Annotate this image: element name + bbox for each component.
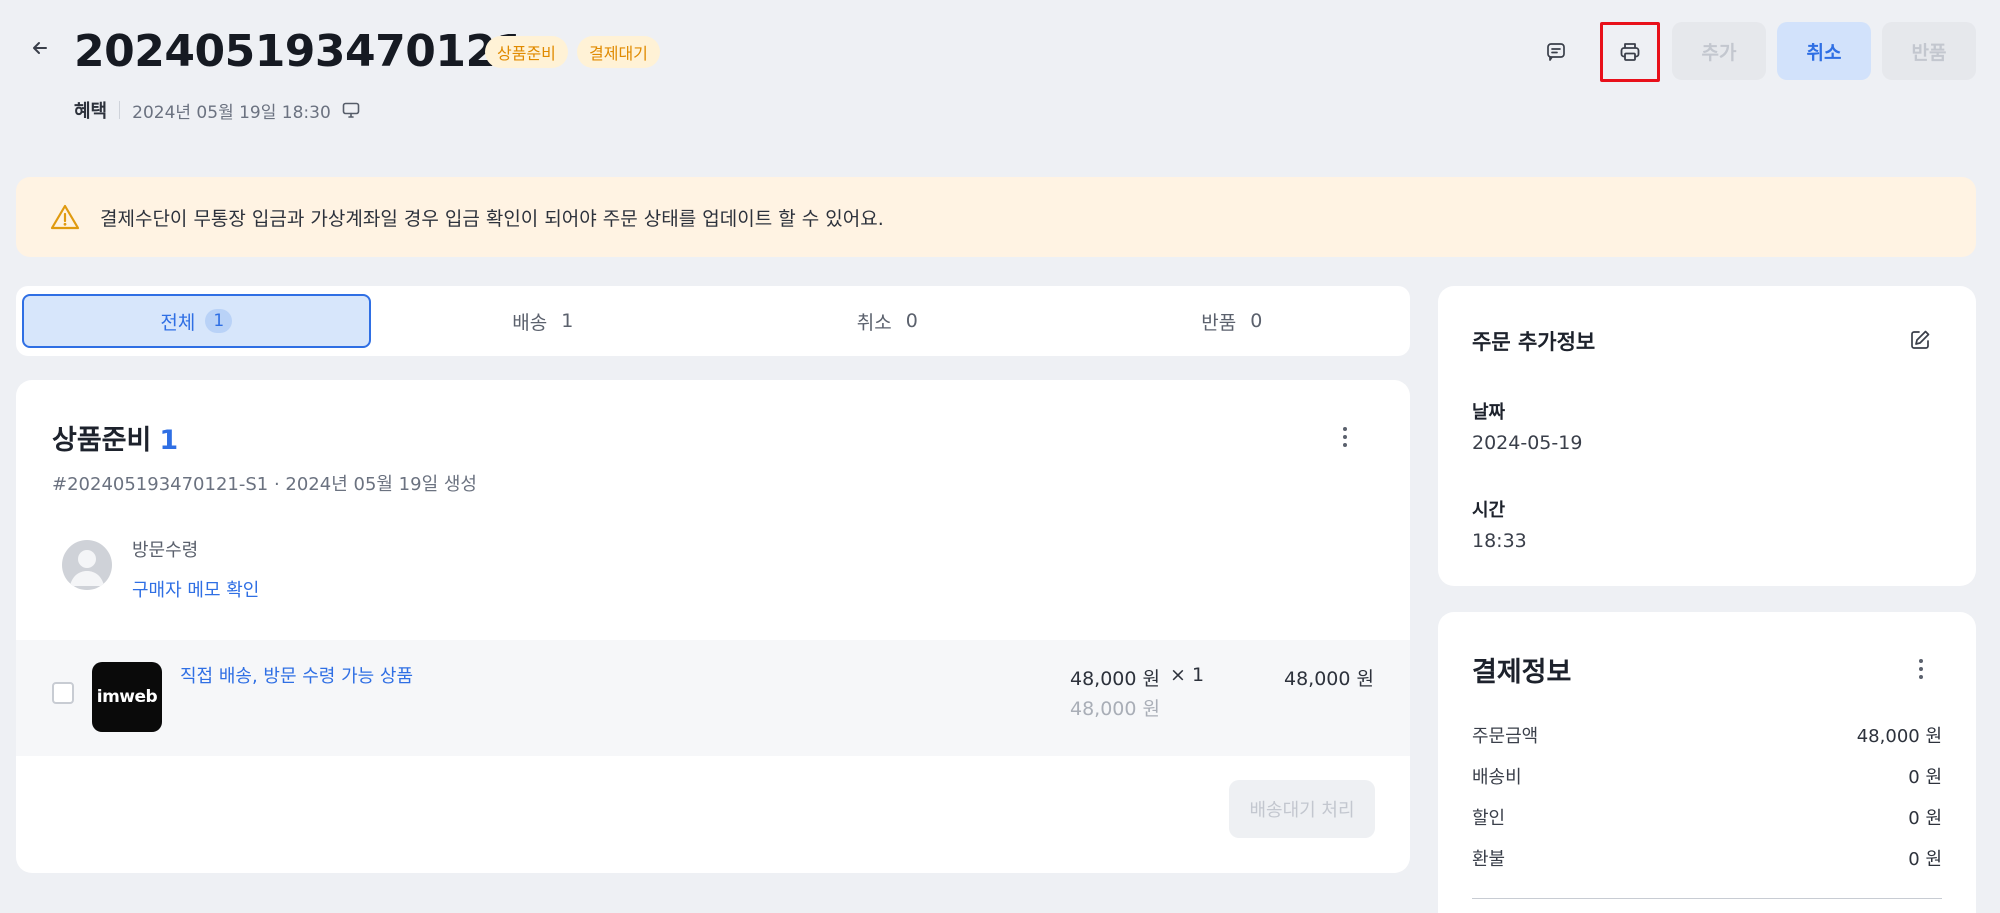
time-value: 18:33 xyxy=(1472,530,1527,552)
tab-count: 0 xyxy=(905,310,918,332)
payment-more-menu-icon[interactable] xyxy=(1906,654,1936,684)
item-quantity: × 1 xyxy=(1170,664,1205,686)
status-badge-preparing: 상품준비 xyxy=(485,36,568,68)
tab-count: 0 xyxy=(1250,310,1263,332)
payment-row-discount: 할인 0 원 xyxy=(1472,804,1942,830)
monitor-icon xyxy=(341,100,361,120)
alert-text: 결제수단이 무통장 입금과 가상계좌일 경우 입금 확인이 되어야 주문 상태를… xyxy=(100,207,884,230)
extra-info-card: 주문 추가정보 날짜 2024-05-19 시간 18:33 xyxy=(1438,286,1976,586)
order-datetime: 2024년 05월 19일 18:30 xyxy=(132,102,331,123)
product-name-link[interactable]: 직접 배송, 방문 수령 가능 상품 xyxy=(180,662,413,688)
order-item-row: imweb 직접 배송, 방문 수령 가능 상품 48,000 원 × 1 48… xyxy=(16,640,1410,756)
printer-icon xyxy=(1620,43,1640,61)
return-button[interactable]: 반품 xyxy=(1882,22,1976,80)
receive-method: 방문수령 xyxy=(132,540,199,561)
order-number-title: 202405193470121 xyxy=(74,26,526,77)
item-total-price: 48,000 원 xyxy=(1283,668,1374,690)
section-count: 1 xyxy=(159,425,179,456)
divider xyxy=(1472,898,1942,899)
extra-info-title: 주문 추가정보 xyxy=(1472,330,1596,354)
payment-row-order-amount: 주문금액 48,000 원 xyxy=(1472,722,1942,748)
payment-row-shipping: 배송비 0 원 xyxy=(1472,763,1942,789)
payment-row-value: 48,000 원 xyxy=(1856,726,1942,747)
time-label: 시간 xyxy=(1472,500,1506,521)
chat-memo-icon xyxy=(1547,43,1565,61)
payment-row-label: 주문금액 xyxy=(1472,726,1539,747)
item-unit-price: 48,000 원 xyxy=(1070,668,1161,690)
tab-label: 배송 xyxy=(512,311,548,334)
date-label: 날짜 xyxy=(1472,402,1506,423)
payment-row-value: 0 원 xyxy=(1908,767,1942,788)
ship-pending-button[interactable]: 배송대기 처리 xyxy=(1229,780,1375,838)
buyer-memo-link[interactable]: 구매자 메모 확인 xyxy=(132,576,259,602)
item-original-price: 48,000 원 xyxy=(1070,698,1161,720)
tab-count: 1 xyxy=(561,310,574,332)
divider xyxy=(119,101,121,119)
payment-alert-banner: 결제수단이 무통장 입금과 가상계좌일 경우 입금 확인이 되어야 주문 상태를… xyxy=(16,177,1976,257)
order-meta-row: 혜택 2024년 05월 19일 18:30 xyxy=(74,96,361,124)
print-button[interactable] xyxy=(1600,22,1660,82)
arrow-left-icon xyxy=(33,42,47,54)
edit-icon[interactable] xyxy=(1906,326,1934,354)
avatar xyxy=(62,540,112,590)
payment-row-label: 할인 xyxy=(1472,808,1506,829)
tab-shipping[interactable]: 배송 1 xyxy=(371,294,716,348)
item-checkbox[interactable] xyxy=(52,682,74,704)
order-section-card: 상품준비 1 #202405193470121-S1 · 2024년 05월 1… xyxy=(16,380,1410,873)
tab-label: 전체 xyxy=(160,311,196,334)
tab-return[interactable]: 반품 0 xyxy=(1060,294,1405,348)
order-channel: 혜택 xyxy=(74,101,108,122)
section-title-label: 상품준비 xyxy=(52,425,152,456)
order-status-tabs: 전체 1 배송 1 취소 0 반품 0 xyxy=(16,286,1410,356)
payment-row-refund: 환불 0 원 xyxy=(1472,845,1942,871)
payment-row-value: 0 원 xyxy=(1908,849,1942,870)
date-value: 2024-05-19 xyxy=(1472,432,1583,454)
product-thumbnail: imweb xyxy=(92,662,162,732)
payment-row-value: 0 원 xyxy=(1908,808,1942,829)
tab-count: 1 xyxy=(205,309,233,333)
payment-row-label: 배송비 xyxy=(1472,767,1522,788)
tab-cancel[interactable]: 취소 0 xyxy=(715,294,1060,348)
tab-label: 취소 xyxy=(856,311,892,334)
payment-row-label: 환불 xyxy=(1472,849,1506,870)
back-button[interactable] xyxy=(26,34,54,62)
payment-title: 결제정보 xyxy=(1472,657,1572,688)
section-title: 상품준비 1 xyxy=(52,418,178,457)
payment-info-card: 결제정보 주문금액 48,000 원 배송비 0 원 할인 0 원 환불 0 원 xyxy=(1438,612,1976,913)
memo-button[interactable] xyxy=(1528,26,1584,78)
status-badge-payment-pending: 결제대기 xyxy=(577,36,660,68)
add-button[interactable]: 추가 xyxy=(1672,22,1766,80)
tab-all[interactable]: 전체 1 xyxy=(22,294,371,348)
section-more-menu-icon[interactable] xyxy=(1330,422,1360,452)
tab-label: 반품 xyxy=(1201,311,1237,334)
section-subtitle: #202405193470121-S1 · 2024년 05월 19일 생성 xyxy=(52,474,477,495)
warning-icon xyxy=(50,203,80,231)
cancel-order-button[interactable]: 취소 xyxy=(1777,22,1871,80)
